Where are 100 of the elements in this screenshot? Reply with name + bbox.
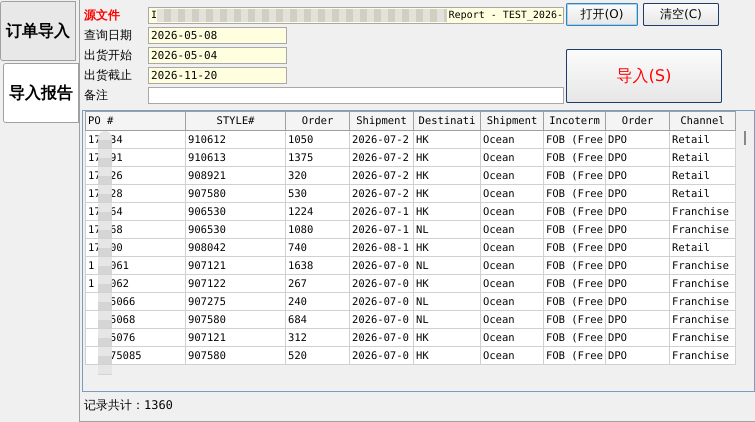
field-label: 出货截止 [83, 66, 133, 84]
side-tab[interactable]: 导入报告 [3, 63, 79, 123]
clear-button[interactable]: 清空(C) [643, 3, 719, 26]
table-cell: Retail [670, 130, 736, 148]
record-count: 记录共计：1360 [83, 397, 174, 414]
table-cell: HK [414, 166, 480, 184]
table-cell: Franchise [670, 220, 736, 238]
table-cell: FOB (Free [544, 130, 606, 148]
table-cell: FOB (Free [544, 238, 606, 256]
table-cell: 2026-07-1 [350, 202, 414, 220]
table-cell: 907121 [186, 328, 286, 346]
column-header[interactable]: Incoterm [544, 112, 606, 130]
date-field[interactable]: 2026-05-04 [148, 46, 287, 64]
column-header[interactable]: Shipment [480, 112, 544, 130]
table-cell: 240 [286, 292, 350, 310]
table-cell: HK [414, 130, 480, 148]
table-cell: FOB (Free [544, 346, 606, 364]
table-cell: NL [414, 292, 480, 310]
table-cell: 908042 [186, 238, 286, 256]
table-cell: FOB (Free [544, 184, 606, 202]
table-cell: Retail [670, 184, 736, 202]
table-cell: DPO [606, 238, 670, 256]
column-header[interactable]: Destinati [414, 112, 480, 130]
table-cell: 740 [286, 238, 350, 256]
table-cell: FOB (Free [544, 292, 606, 310]
table-cell: 907580 [186, 310, 286, 328]
table-cell: 907580 [186, 184, 286, 202]
table-cell: 910613 [186, 148, 286, 166]
table-cell: Franchise [670, 292, 736, 310]
column-header[interactable]: Order [606, 112, 670, 130]
table-cell: 312 [286, 328, 350, 346]
table-cell: 2026-07-2 [350, 130, 414, 148]
table-cell: HK [414, 202, 480, 220]
scrollbar-thumb[interactable] [744, 131, 746, 145]
table-cell: Franchise [670, 256, 736, 274]
table-cell: Retail [670, 148, 736, 166]
table-cell: Ocean [480, 130, 544, 148]
remarks-field[interactable] [148, 86, 564, 104]
table-cell: Ocean [480, 274, 544, 292]
table-cell: Ocean [480, 148, 544, 166]
table-cell: FOB (Free [544, 202, 606, 220]
table-cell: 684 [286, 310, 350, 328]
table-cell: DPO [606, 202, 670, 220]
table-cell: Ocean [480, 238, 544, 256]
table-cell: FOB (Free [544, 148, 606, 166]
table-cell: Retail [670, 166, 736, 184]
table-cell: DPO [606, 256, 670, 274]
table-cell: HK [414, 274, 480, 292]
column-header[interactable]: Channel [670, 112, 736, 130]
table-cell: 2026-07-2 [350, 184, 414, 202]
table-cell: 1638 [286, 256, 350, 274]
table-cell: 320 [286, 166, 350, 184]
side-tab[interactable]: 订单导入 [0, 1, 76, 61]
table-cell: NL [414, 220, 480, 238]
table-cell: FOB (Free [544, 256, 606, 274]
table-cell: 2026-07-0 [350, 292, 414, 310]
table-cell: 267 [286, 274, 350, 292]
table-cell: DPO [606, 310, 670, 328]
table-cell: DPO [606, 184, 670, 202]
table-cell: DPO [606, 346, 670, 364]
table-cell: FOB (Free [544, 274, 606, 292]
date-field[interactable]: 2026-05-08 [148, 26, 287, 44]
table-cell: FOB (Free [544, 166, 606, 184]
table-cell: HK [414, 148, 480, 166]
table-cell: 2026-07-1 [350, 220, 414, 238]
table-cell: Ocean [480, 202, 544, 220]
table-cell: Ocean [480, 220, 544, 238]
column-header[interactable]: Order [286, 112, 350, 130]
field-label: 查询日期 [83, 26, 133, 44]
table-cell: DPO [606, 130, 670, 148]
table-cell: 907275 [186, 292, 286, 310]
table-cell: FOB (Free [544, 220, 606, 238]
table-cell: HK [414, 346, 480, 364]
table-cell: NL [414, 310, 480, 328]
table-cell: 2026-07-0 [350, 274, 414, 292]
field-label: 源文件 [83, 6, 121, 24]
table-cell: DPO [606, 292, 670, 310]
table-cell: 530 [286, 184, 350, 202]
table-cell: Ocean [480, 310, 544, 328]
table-cell: 2026-07-0 [350, 328, 414, 346]
table-cell: HK [414, 238, 480, 256]
column-header[interactable]: PO # [86, 112, 186, 130]
table-cell: Ocean [480, 184, 544, 202]
table-cell: 1224 [286, 202, 350, 220]
table-cell: HK [414, 184, 480, 202]
table-cell: 906530 [186, 202, 286, 220]
date-field[interactable]: 2026-11-20 [148, 66, 287, 84]
source-file-field[interactable]: I Report - TEST_2026- [148, 6, 564, 24]
open-button[interactable]: 打开(O) [566, 3, 638, 26]
table-cell: Retail [670, 238, 736, 256]
table-cell: 907580 [186, 346, 286, 364]
table-cell: 906530 [186, 220, 286, 238]
table-cell: FOB (Free [544, 328, 606, 346]
table-cell: 1050 [286, 130, 350, 148]
column-header[interactable]: STYLE# [186, 112, 286, 130]
table-cell: 2026-07-0 [350, 310, 414, 328]
column-header[interactable]: Shipment [350, 112, 414, 130]
field-label: 备注 [83, 86, 109, 104]
import-button[interactable]: 导入(S) [566, 49, 722, 103]
table-cell: 2026-08-1 [350, 238, 414, 256]
